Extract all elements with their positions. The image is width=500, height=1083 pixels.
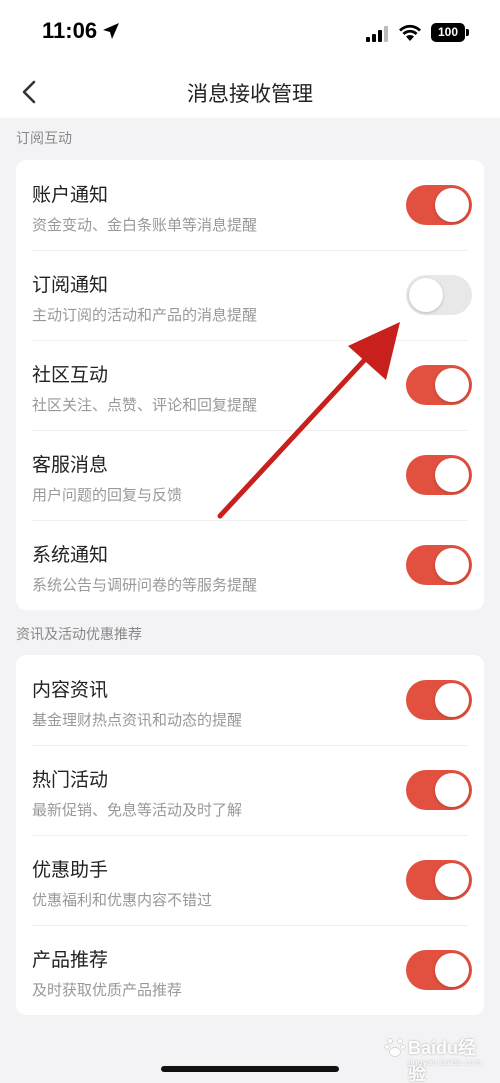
cellular-signal-icon bbox=[366, 26, 388, 42]
setting-title: 热门活动 bbox=[32, 769, 109, 791]
setting-row: 内容资讯基金理财热点资讯和动态的提醒 bbox=[16, 655, 484, 745]
setting-description: 最新促销、免息等活动及时了解 bbox=[32, 801, 243, 819]
setting-description: 用户问题的回复与反馈 bbox=[32, 486, 183, 504]
notification-toggle[interactable] bbox=[406, 950, 472, 990]
paw-logo-icon bbox=[384, 1038, 406, 1057]
watermark-sub: jingyan.baidu.com bbox=[408, 1058, 482, 1067]
setting-title: 订阅通知 bbox=[32, 274, 109, 296]
setting-title: 内容资讯 bbox=[32, 679, 109, 701]
setting-row: 热门活动最新促销、免息等活动及时了解 bbox=[16, 745, 484, 835]
setting-title: 社区互动 bbox=[32, 364, 109, 386]
setting-row: 系统通知系统公告与调研问卷的等服务提醒 bbox=[16, 520, 484, 610]
setting-description: 系统公告与调研问卷的等服务提醒 bbox=[32, 576, 258, 594]
wifi-icon bbox=[399, 24, 421, 41]
baidu-watermark: Baidu经验 jingyan.baidu.com bbox=[384, 1034, 484, 1083]
notification-toggle[interactable] bbox=[406, 770, 472, 810]
settings-card-subscription: 账户通知 资金变动、金白条账单等消息提醒 订阅通知 主动订阅的活动和产品的消息提醒 社区… bbox=[16, 160, 484, 610]
setting-description: 基金理财热点资讯和动态的提醒 bbox=[32, 711, 243, 729]
setting-title: 客服消息 bbox=[32, 454, 109, 476]
setting-row: 客服消息用户问题的回复与反馈 bbox=[16, 430, 484, 520]
notification-toggle[interactable] bbox=[406, 455, 472, 495]
setting-row: 社区互动社区关注、点赞、评论和回复提醒 bbox=[16, 340, 484, 430]
toggle-knob bbox=[435, 863, 469, 897]
toggle-knob bbox=[435, 773, 469, 807]
toggle-knob bbox=[409, 278, 443, 312]
setting-title: 账户通知 bbox=[32, 184, 109, 206]
notification-toggle[interactable] bbox=[406, 275, 472, 315]
setting-description: 及时获取优质产品推荐 bbox=[32, 981, 183, 999]
page-title: 消息接收管理 bbox=[187, 82, 313, 106]
battery-icon: 100 bbox=[431, 23, 469, 42]
section-label-subscription: 订阅互动 bbox=[16, 131, 72, 147]
toggle-knob bbox=[435, 953, 469, 987]
home-indicator[interactable] bbox=[161, 1066, 339, 1072]
status-time: 11:06 bbox=[42, 18, 98, 43]
nav-bar: 消息接收管理 bbox=[0, 66, 500, 118]
setting-row: 产品推荐及时获取优质产品推荐 bbox=[16, 925, 484, 1015]
setting-row: 账户通知资金变动、金白条账单等消息提醒 bbox=[16, 160, 484, 250]
setting-title: 系统通知 bbox=[32, 544, 109, 566]
setting-row: 优惠助手优惠福利和优惠内容不错过 bbox=[16, 835, 484, 925]
toggle-knob bbox=[435, 368, 469, 402]
setting-description: 主动订阅的活动和产品的消息提醒 bbox=[32, 306, 258, 324]
setting-description: 资金变动、金白条账单等消息提醒 bbox=[32, 216, 258, 234]
notification-toggle[interactable] bbox=[406, 860, 472, 900]
setting-row: 订阅通知主动订阅的活动和产品的消息提醒 bbox=[16, 250, 484, 340]
setting-description: 社区关注、点赞、评论和回复提醒 bbox=[32, 396, 258, 414]
notification-toggle[interactable] bbox=[406, 545, 472, 585]
setting-description: 优惠福利和优惠内容不错过 bbox=[32, 891, 213, 909]
toggle-knob bbox=[435, 458, 469, 492]
notification-toggle[interactable] bbox=[406, 185, 472, 225]
notification-toggle[interactable] bbox=[406, 680, 472, 720]
toggle-knob bbox=[435, 548, 469, 582]
toggle-knob bbox=[435, 683, 469, 717]
setting-title: 优惠助手 bbox=[32, 859, 109, 881]
setting-title: 产品推荐 bbox=[32, 949, 109, 971]
toggle-knob bbox=[435, 188, 469, 222]
section-label-recommendations: 资讯及活动优惠推荐 bbox=[16, 627, 142, 643]
location-arrow-icon bbox=[103, 23, 119, 39]
status-bar: 11:06 100 bbox=[0, 0, 500, 66]
notification-toggle[interactable] bbox=[406, 365, 472, 405]
settings-card-recommendations: 内容资讯基金理财热点资讯和动态的提醒热门活动最新促销、免息等活动及时了解优惠助手… bbox=[16, 655, 484, 1015]
